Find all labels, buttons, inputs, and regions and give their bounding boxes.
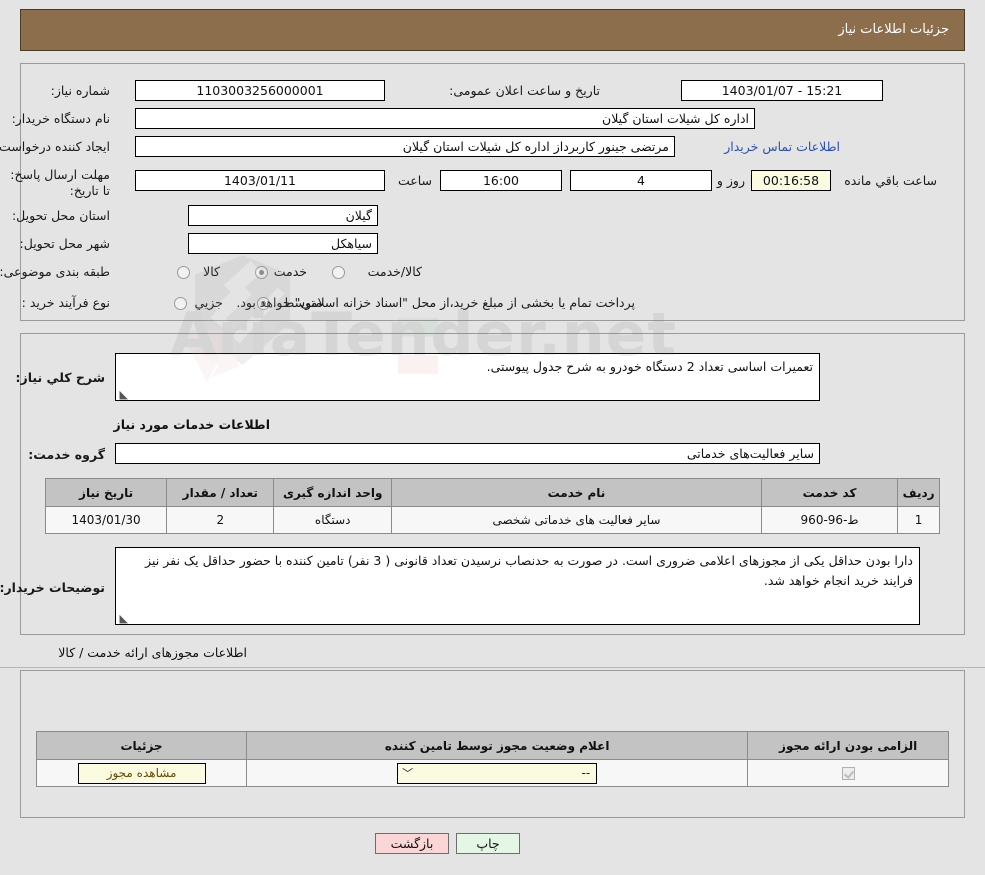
cell-unit: دستگاه — [273, 506, 393, 534]
deadline-date-field[interactable]: 1403/01/11 — [135, 170, 385, 191]
general-description-label: شرح کلي نیاز: — [15, 370, 105, 385]
col-permit-details: جزئیات — [35, 731, 248, 760]
col-qty: تعداد / مقدار — [166, 478, 275, 507]
radio-category-kala-khedmat-label: کالا/خدمت — [367, 264, 422, 279]
services-table-header-row: ردیف کد خدمت نام خدمت واحد اندازه گیری ت… — [44, 478, 940, 507]
general-description-value: تعمیرات اساسی تعداد 2 دستگاه خودرو به شر… — [486, 359, 813, 374]
delivery-province-label: استان محل تحویل: — [11, 208, 110, 223]
cell-radif: 1 — [897, 506, 940, 534]
need-number-label: شماره نیاز: — [50, 83, 110, 98]
table-row: ﹀ -- مشاهده مجوز — [35, 759, 949, 787]
services-section-heading: اطلاعات خدمات مورد نیاز — [113, 417, 271, 432]
resize-grip-icon-2[interactable]: ◣ — [118, 613, 128, 624]
buyer-notes-value: دارا بودن حداقل یکی از مجوزهای اعلامی ضر… — [145, 553, 913, 588]
col-date: تاریخ نیاز — [44, 478, 168, 507]
cell-name: سایر فعالیت های خدماتی شخصی — [391, 506, 762, 534]
page-title: جزئیات اطلاعات نیاز — [838, 22, 949, 37]
service-group-field[interactable]: سایر فعالیت‌های خدماتی — [115, 443, 820, 464]
announce-datetime-field[interactable]: 15:21 - 1403/01/07 — [681, 80, 883, 101]
permit-status-select[interactable]: ﹀ -- — [397, 762, 598, 784]
col-permit-status: اعلام وضعیت مجوز توسط تامین کننده — [246, 731, 749, 760]
buyer-notes-label: توضیحات خریدار: — [0, 580, 105, 595]
cell-date: 1403/01/30 — [44, 506, 168, 534]
cell-code: ط-96-960 — [760, 506, 899, 534]
print-button[interactable]: چاپ — [456, 833, 520, 854]
cell-permit-status: ﹀ -- — [246, 759, 749, 787]
days-label: روز و — [716, 173, 745, 188]
radio-category-kala-khedmat[interactable] — [332, 266, 345, 279]
subject-category-label: طبقه بندی موضوعی: — [0, 264, 110, 279]
chevron-down-icon: ﹀ — [402, 766, 414, 780]
table-row: 1 ط-96-960 سایر فعالیت های خدماتی شخصی د… — [44, 506, 940, 534]
radio-category-kala[interactable] — [177, 266, 190, 279]
service-group-label: گروه خدمت: — [28, 447, 105, 462]
request-creator-field[interactable]: مرتضی جینور کاربرداز اداره کل شیلات استا… — [135, 136, 675, 157]
days-remaining-field[interactable]: 4 — [570, 170, 712, 191]
col-code: کد خدمت — [760, 478, 899, 507]
delivery-province-field[interactable]: گیلان — [188, 205, 378, 226]
back-button[interactable]: بازگشت — [375, 833, 449, 854]
delivery-city-label: شهر محل تحویل: — [19, 236, 110, 251]
buyer-notes-textarea[interactable]: دارا بودن حداقل یکی از مجوزهای اعلامی ضر… — [115, 547, 920, 625]
radio-category-khedmat[interactable] — [255, 266, 268, 279]
announce-datetime-label: تاریخ و ساعت اعلان عمومی: — [449, 83, 600, 98]
buyer-org-field[interactable]: اداره کل شیلات استان گیلان — [135, 108, 755, 129]
buyer-org-label: نام دستگاه خریدار: — [11, 111, 110, 126]
delivery-city-field[interactable]: سیاهکل — [188, 233, 378, 254]
payment-note-text: پرداخت تمام یا بخشی از مبلغ خرید،از محل … — [236, 295, 635, 310]
col-unit: واحد اندازه گیری — [273, 478, 393, 507]
permits-table: الزامی بودن ارائه مجوز اعلام وضعیت مجوز … — [35, 731, 949, 787]
resize-grip-icon[interactable]: ◣ — [118, 389, 128, 400]
permits-section-heading: اطلاعات مجوزهای ارائه خدمت / کالا — [58, 645, 247, 660]
radio-process-jozi[interactable] — [174, 297, 187, 310]
permit-status-value: -- — [581, 765, 591, 780]
need-info-panel — [20, 63, 965, 321]
view-permit-button[interactable]: مشاهده مجوز — [77, 762, 206, 784]
header-bar: جزئیات اطلاعات نیاز — [20, 9, 965, 51]
deadline-label: مهلت ارسال پاسخ: تا تاریخ: — [10, 167, 110, 198]
countdown-label: ساعت باقي مانده — [844, 173, 937, 188]
col-name: نام خدمت — [391, 478, 762, 507]
request-creator-label: ایجاد کننده درخواست: — [0, 139, 110, 154]
buyer-contact-link[interactable]: اطلاعات تماس خریدار — [724, 139, 840, 154]
cell-qty: 2 — [166, 506, 275, 534]
radio-category-khedmat-label: خدمت — [273, 264, 307, 279]
purchase-process-label: نوع فرآیند خرید : — [21, 295, 110, 310]
services-table: ردیف کد خدمت نام خدمت واحد اندازه گیری ت… — [44, 478, 940, 534]
hour-field[interactable]: 16:00 — [440, 170, 562, 191]
hour-label: ساعت — [397, 173, 432, 188]
countdown-field: 00:16:58 — [751, 170, 831, 191]
col-radif: ردیف — [897, 478, 940, 507]
need-number-field[interactable]: 1103003256000001 — [135, 80, 385, 101]
page-root: AriaTender.net جزئیات اطلاعات نیاز شماره… — [0, 0, 985, 875]
radio-category-kala-label: کالا — [203, 264, 220, 279]
col-permit-required: الزامی بودن ارائه مجوز — [747, 731, 949, 760]
cell-permit-details: مشاهده مجوز — [35, 759, 248, 787]
permits-divider — [0, 667, 985, 668]
cell-permit-required — [747, 759, 949, 787]
permit-required-checkbox — [841, 767, 855, 780]
permits-table-header-row: الزامی بودن ارائه مجوز اعلام وضعیت مجوز … — [35, 731, 949, 760]
general-description-textarea[interactable]: تعمیرات اساسی تعداد 2 دستگاه خودرو به شر… — [115, 353, 820, 401]
radio-process-jozi-label: جزیي — [194, 295, 223, 310]
